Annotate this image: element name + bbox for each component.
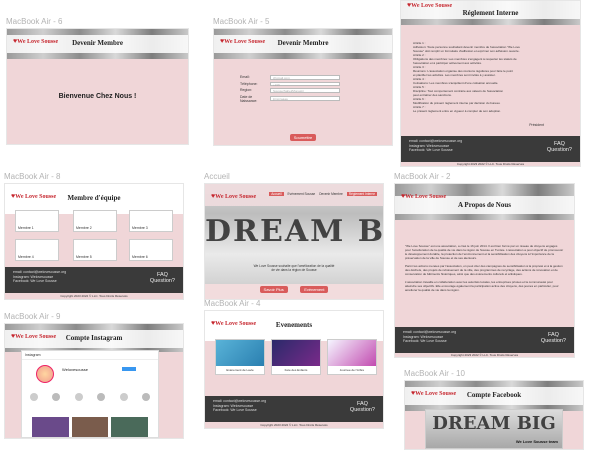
copyright: Copyright 2023 2022 © LLC. Tous Droits R… — [260, 423, 328, 427]
logo[interactable]: ♥We Love Sousse — [401, 192, 446, 200]
faq-link[interactable]: FAQ Question? — [150, 272, 175, 284]
member-card[interactable]: Membre 4 — [15, 239, 59, 261]
footer: email: contact@welovesousse.org Instagra… — [5, 267, 183, 293]
instagram-screenshot: Instagram Welovesousse — [21, 350, 159, 438]
frame-label-9: MacBook Air - 9 — [4, 312, 61, 321]
nav-evenement[interactable]: Evènement Sousse — [288, 192, 316, 196]
profile-avatar — [36, 365, 54, 383]
birthdate-input[interactable]: jj/mm/aaaa — [270, 96, 340, 101]
facebook-caption: We Love Sousse team — [515, 439, 558, 444]
about-text: "We Love Sousse" est une association, a … — [405, 244, 564, 292]
header-banner: ♥We Love Sousse Réglement Interne — [401, 1, 580, 25]
frame-compte-facebook[interactable]: ♥We Love Sousse Compte Facebook DREAM BI… — [404, 380, 584, 450]
navbar: ♥We Love Sousse Accueil Evènement Sousse… — [205, 184, 383, 206]
welcome-text: Bienvenue Chez Nous ! — [58, 93, 137, 100]
follow-button[interactable] — [122, 367, 136, 371]
region-input[interactable]: Sousse/Sahel/Monastir — [270, 88, 340, 93]
instagram-header: Instagram — [22, 351, 158, 360]
logo[interactable]: ♥We Love Sousse — [211, 192, 256, 200]
email-input[interactable]: @gmail.com — [270, 75, 340, 80]
footer: email: contact@welovesousse.org Instagra… — [205, 396, 383, 422]
frame-label-accueil: Accueil — [204, 172, 230, 181]
frame-a-propos[interactable]: ♥We Love Sousse A Propos de Nous "We Lov… — [394, 183, 575, 358]
frame-label-4: MacBook Air - 4 — [204, 299, 261, 308]
event-card[interactable]: Fete des Enfants — [271, 339, 321, 375]
phone-field: Téléphone: +216 — [240, 81, 340, 86]
member-card[interactable]: Membre 6 — [129, 239, 173, 261]
page-title: Evenements — [275, 321, 313, 329]
tagline: We Love Sousse souhaite que l'améliorati… — [253, 264, 335, 272]
footer: email: contact@welovesousse.org Instagra… — [395, 327, 574, 353]
frame-evenements[interactable]: ♥We Love Sousse Evenements Evènement de … — [204, 310, 384, 429]
logo[interactable]: ♥We Love Sousse — [407, 1, 452, 9]
event-card[interactable]: Journee de l'Arbre — [327, 339, 377, 375]
facebook-screenshot: DREAM BIG We Love Sousse team — [425, 409, 563, 449]
header-banner: ♥We Love Sousse Compte Facebook — [405, 381, 583, 411]
frame-label-8: MacBook Air - 8 — [4, 172, 61, 181]
header-banner: ♥We Love Sousse Devenir Membre — [214, 29, 392, 59]
submit-button[interactable]: Soumettre — [289, 134, 317, 141]
copyright: Copyright 2023 2022 © LLC. Tous Droits R… — [456, 162, 525, 166]
nav-accueil[interactable]: Accueil — [269, 192, 284, 196]
frame-label-10: MacBook Air - 10 — [404, 369, 465, 378]
frame-reglement-interne[interactable]: ♥We Love Sousse Réglement Interne Articl… — [400, 0, 581, 167]
frame-label-2: MacBook Air - 2 — [394, 172, 451, 181]
page-title: Membre d'équipe — [67, 194, 121, 202]
event-card[interactable]: Evènement de Lavie — [215, 339, 265, 375]
copyright: Copyright 2023 2022 © LLC. Tous Droits R… — [60, 294, 128, 298]
page-title: Compte Instagram — [65, 334, 123, 342]
facebook-cover-text: DREAM BIG — [432, 413, 556, 434]
nav-reglement[interactable]: Réglement Interne — [346, 192, 377, 196]
faq-link[interactable]: FAQ Question? — [541, 332, 566, 344]
member-card[interactable]: Membre 3 — [129, 210, 173, 232]
page-title: Réglement Interne — [462, 9, 519, 17]
email-field: Email: @gmail.com — [240, 75, 340, 80]
member-card[interactable]: Membre 5 — [73, 239, 117, 261]
design-canvas: MacBook Air - 6 MacBook Air - 5 MacBook … — [0, 0, 600, 451]
reglement-text: Article 1 : Adhésion: Toute personne sou… — [413, 41, 520, 113]
evenement-button[interactable]: Evènement — [300, 286, 329, 293]
birthdate-field: Date de Naissance: jj/mm/aaaa — [240, 95, 340, 103]
signature-label: Président — [529, 123, 544, 127]
frame-compte-instagram[interactable]: ♥We Love Sousse Compte Instagram Instagr… — [4, 323, 184, 439]
hero-text: DREAM BIG — [205, 214, 384, 249]
phone-input[interactable]: +216 — [270, 81, 340, 86]
page-title: A Propos de Nous — [458, 201, 511, 209]
post-grid — [32, 417, 149, 437]
signup-form: Email: @gmail.com Téléphone: +216 Region: S… — [240, 73, 340, 105]
faq-link[interactable]: FAQ Question? — [350, 401, 375, 413]
savoir-plus-button[interactable]: Savoir Plus — [259, 286, 288, 293]
page-title: Devenir Membre — [72, 39, 123, 47]
copyright: Copyright 2023 2022 © LLC. Tous Droits R… — [450, 353, 519, 357]
frame-label-5: MacBook Air - 5 — [213, 17, 270, 26]
faq-link[interactable]: FAQ Question? — [547, 141, 572, 153]
frame-label-6: MacBook Air - 6 — [6, 17, 63, 26]
member-card[interactable]: Membre 2 — [73, 210, 117, 232]
profile-handle: Welovesousse — [62, 367, 88, 372]
header-banner: ♥We Love Sousse A Propos de Nous — [395, 184, 574, 220]
frame-devenir-membre-welcome[interactable]: ♥We Love Sousse Devenir Membre Bienvenue… — [6, 28, 189, 145]
highlights-row — [30, 393, 150, 401]
frame-membre-equipe[interactable]: ♥We Love Sousse Membre d'équipe Membre 1… — [4, 183, 184, 300]
region-field: Region: Sousse/Sahel/Monastir — [240, 88, 340, 93]
header-banner: ♥We Love Sousse Compte Instagram — [5, 324, 183, 352]
header-banner: ♥We Love Sousse Devenir Membre — [7, 29, 188, 59]
page-title: Compte Facebook — [466, 391, 522, 399]
member-card[interactable]: Membre 1 — [15, 210, 59, 232]
footer: email: contact@welovesousse.org Instagra… — [401, 136, 580, 162]
frame-accueil[interactable]: ♥We Love Sousse Accueil Evènement Sousse… — [204, 183, 384, 300]
header-banner: ♥We Love Sousse Evenements — [205, 311, 383, 341]
nav-devenir-membre[interactable]: Devenir Membre — [319, 192, 343, 196]
frame-devenir-membre-form[interactable]: ♥We Love Sousse Devenir Membre Email: @gm… — [213, 28, 393, 146]
page-title: Devenir Membre — [277, 39, 329, 47]
